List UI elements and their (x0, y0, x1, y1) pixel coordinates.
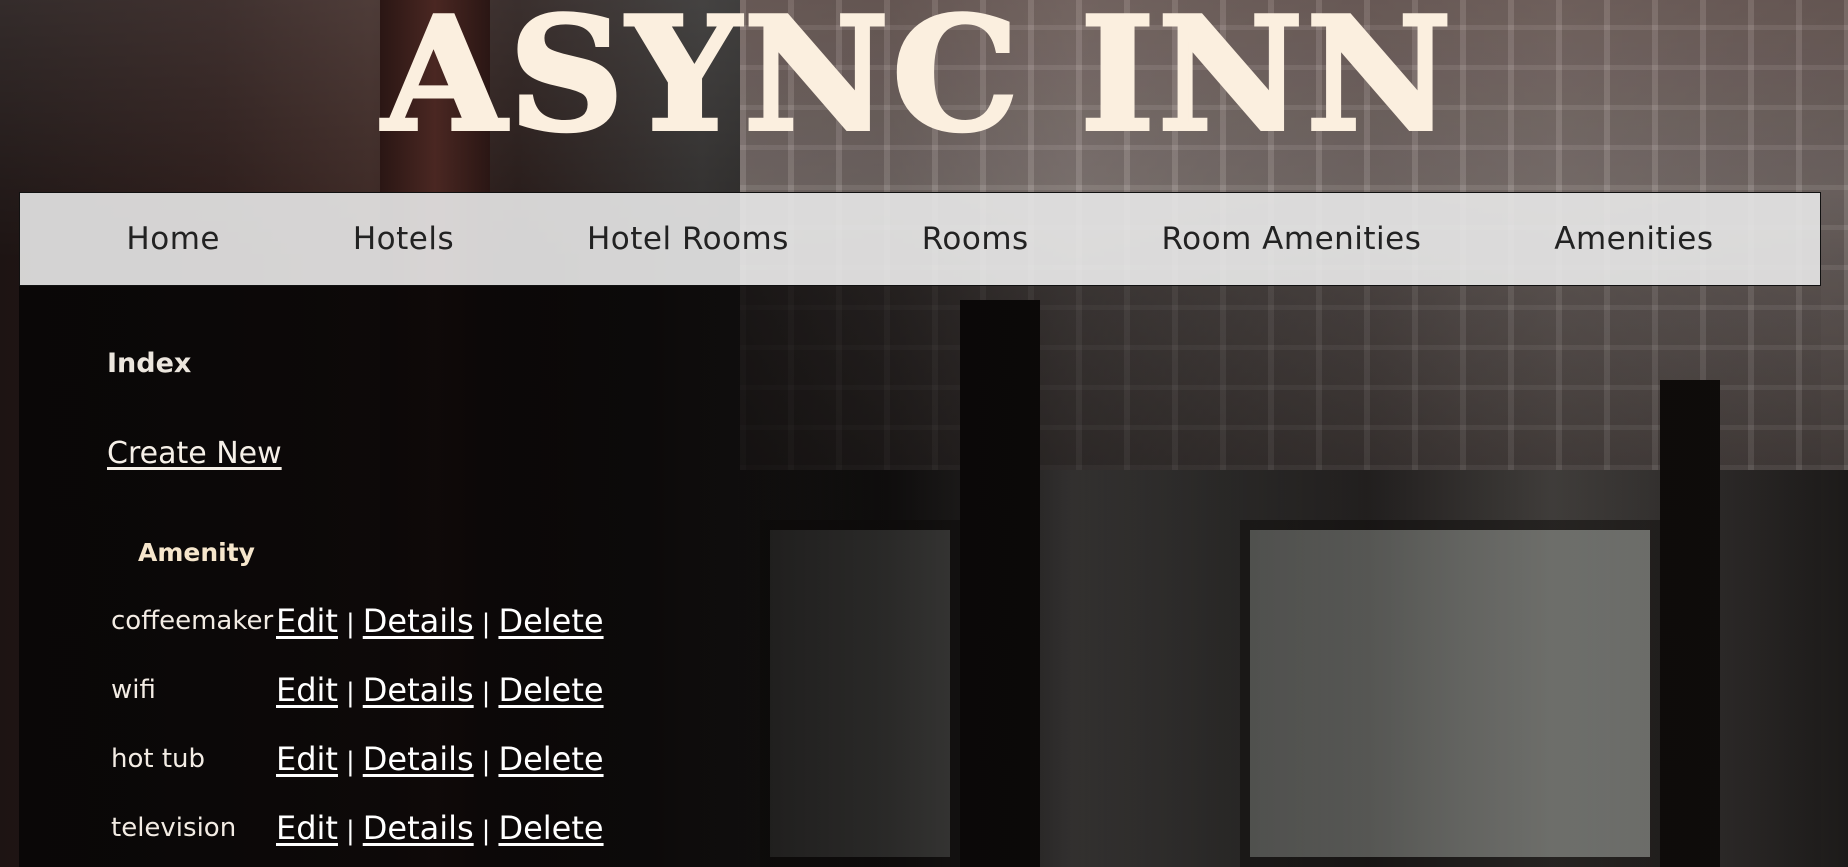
page-title: Index (107, 348, 192, 379)
details-link[interactable]: Details (363, 602, 474, 640)
site-title-text: ASYNC INN (381, 0, 1456, 166)
main-nav: Home Hotels Hotel Rooms Rooms Room Ameni… (19, 192, 1821, 286)
details-link[interactable]: Details (363, 740, 474, 778)
nav-item-rooms[interactable]: Rooms (922, 221, 1029, 257)
edit-link[interactable]: Edit (276, 602, 338, 640)
details-link[interactable]: Details (363, 671, 474, 709)
separator: | (481, 746, 491, 777)
separator: | (481, 608, 491, 639)
nav-item-hotel-rooms[interactable]: Hotel Rooms (587, 221, 789, 257)
nav-item-amenities[interactable]: Amenities (1554, 221, 1713, 257)
edit-link[interactable]: Edit (276, 671, 338, 709)
separator: | (481, 677, 491, 708)
table-row: hot tub Edit | Details | Delete (104, 724, 604, 793)
delete-link[interactable]: Delete (498, 809, 603, 847)
separator: | (345, 815, 355, 846)
delete-link[interactable]: Delete (498, 671, 603, 709)
edit-link[interactable]: Edit (276, 809, 338, 847)
amenity-name: television (111, 812, 237, 843)
amenity-name: wifi (111, 674, 156, 705)
separator: | (345, 677, 355, 708)
amenity-name: coffeemaker (111, 605, 274, 636)
create-new-link[interactable]: Create New (107, 436, 282, 471)
table-row: wifi Edit | Details | Delete (104, 655, 604, 724)
delete-link[interactable]: Delete (498, 602, 603, 640)
row-actions: Edit | Details | Delete (276, 655, 604, 724)
details-link[interactable]: Details (363, 809, 474, 847)
row-actions: Edit | Details | Delete (276, 793, 604, 862)
separator: | (481, 815, 491, 846)
delete-link[interactable]: Delete (498, 740, 603, 778)
row-actions: Edit | Details | Delete (276, 586, 604, 655)
row-actions: Edit | Details | Delete (276, 724, 604, 793)
nav-item-home[interactable]: Home (126, 221, 220, 257)
table-row: coffeemaker Edit | Details | Delete (104, 586, 604, 655)
amenity-column-header: Amenity (138, 538, 255, 567)
edit-link[interactable]: Edit (276, 740, 338, 778)
separator: | (345, 608, 355, 639)
site-title: ASYNC INN (0, 0, 1848, 190)
table-row: television Edit | Details | Delete (104, 793, 604, 862)
separator: | (345, 746, 355, 777)
amenity-name: hot tub (111, 743, 206, 774)
amenities-table: coffeemaker Edit | Details | Delete wifi Edi… (104, 586, 604, 862)
nav-item-room-amenities[interactable]: Room Amenities (1162, 221, 1422, 257)
nav-item-hotels[interactable]: Hotels (353, 221, 454, 257)
